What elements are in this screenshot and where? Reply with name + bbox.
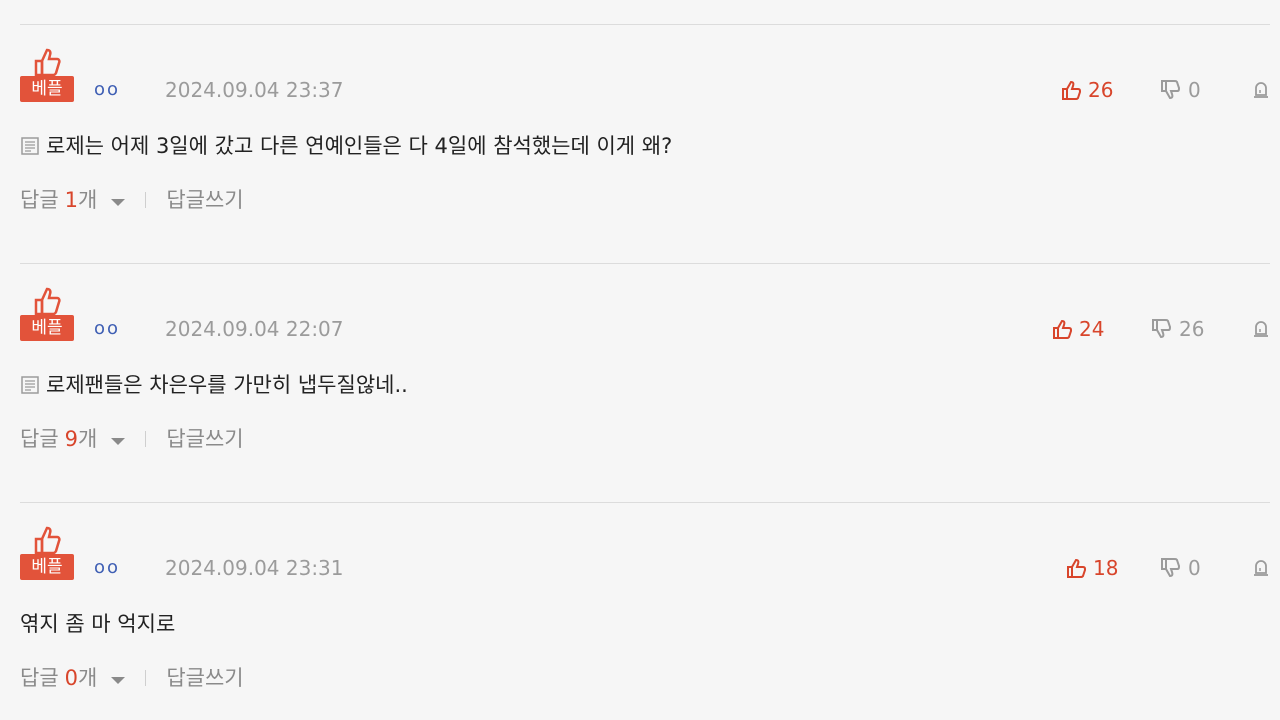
- best-label: 베플: [20, 76, 74, 102]
- reply-toggle-button[interactable]: 답글 0 개: [20, 663, 126, 693]
- thumbs-down-icon: [1152, 319, 1172, 339]
- comment-text: 로제는 어제 3일에 갔고 다른 연예인들은 다 4일에 참석했는데 이게 왜?: [46, 134, 673, 158]
- dislike-count: 0: [1188, 78, 1201, 102]
- comment-list: 베플 oo 2024.09.04 23:37 26 0 로제는 어제 3일에 갔…: [0, 0, 1280, 720]
- like-count: 24: [1079, 317, 1105, 341]
- thumbs-down-icon: [1161, 558, 1181, 578]
- thumbs-up-icon: [1067, 558, 1087, 578]
- like-count: 18: [1093, 556, 1119, 580]
- reply-label: 답글: [20, 188, 59, 212]
- separator: [145, 192, 147, 208]
- reply-toggle-button[interactable]: 답글 9 개: [20, 424, 126, 454]
- reply-unit: 개: [78, 427, 98, 451]
- thumbs-down-icon: [1161, 80, 1181, 100]
- reply-label: 답글: [20, 427, 59, 451]
- dislike-count: 0: [1188, 556, 1201, 580]
- write-reply-link[interactable]: 답글쓰기: [166, 424, 243, 454]
- comment-actions: 답글 0 개 답글쓰기: [20, 663, 244, 693]
- comment-item: 베플 oo 2024.09.04 23:37 26 0 로제는 어제 3일에 갔…: [0, 25, 1280, 263]
- document-icon: [21, 137, 39, 155]
- comment-body: 로제는 어제 3일에 갔고 다른 연예인들은 다 4일에 참석했는데 이게 왜?: [20, 131, 672, 161]
- report-siren-icon[interactable]: [1252, 320, 1270, 338]
- chevron-down-icon: [111, 198, 126, 206]
- write-reply-link[interactable]: 답글쓰기: [166, 663, 243, 693]
- reply-unit: 개: [78, 188, 98, 212]
- comment-item: 베플 oo 2024.09.04 23:31 18 0 엮지 좀 마 억지로 답…: [0, 503, 1280, 720]
- comment-body: 로제팬들은 차은우를 가만히 냅두질않네..: [20, 370, 408, 400]
- thumbs-up-icon: [34, 48, 61, 77]
- comment-text: 엮지 좀 마 억지로: [20, 612, 176, 636]
- author-name[interactable]: oo: [94, 77, 120, 103]
- like-button[interactable]: 26: [1061, 77, 1113, 103]
- reply-toggle-button[interactable]: 답글 1 개: [20, 185, 126, 215]
- thumbs-up-icon: [34, 287, 61, 316]
- comment-actions: 답글 1 개 답글쓰기: [20, 185, 244, 215]
- dislike-button[interactable]: 0: [1160, 77, 1201, 103]
- dislike-button[interactable]: 26: [1151, 316, 1204, 342]
- best-badge: 베플: [20, 286, 74, 342]
- reply-label: 답글: [20, 666, 59, 690]
- best-badge: 베플: [20, 47, 74, 103]
- thumbs-up-icon: [1062, 80, 1082, 100]
- thumbs-up-icon: [34, 526, 61, 555]
- report-siren-icon[interactable]: [1252, 81, 1270, 99]
- reply-unit: 개: [78, 666, 98, 690]
- comment-actions: 답글 9 개 답글쓰기: [20, 424, 244, 454]
- author-name[interactable]: oo: [94, 316, 120, 342]
- comment-date: 2024.09.04 23:37: [165, 78, 344, 102]
- reply-count: 0: [64, 666, 79, 690]
- dislike-button[interactable]: 0: [1160, 555, 1201, 581]
- thumbs-up-icon: [1053, 319, 1073, 339]
- reply-count: 1: [64, 188, 79, 212]
- comment-text: 로제팬들은 차은우를 가만히 냅두질않네..: [46, 373, 408, 397]
- report-siren-icon[interactable]: [1252, 559, 1270, 577]
- comment-date: 2024.09.04 22:07: [165, 317, 344, 341]
- write-reply-link[interactable]: 답글쓰기: [166, 185, 243, 215]
- reply-count: 9: [64, 427, 79, 451]
- like-count: 26: [1088, 78, 1114, 102]
- best-badge: 베플: [20, 525, 74, 581]
- separator: [145, 431, 147, 447]
- chevron-down-icon: [111, 676, 126, 684]
- like-button[interactable]: 24: [1052, 316, 1104, 342]
- separator: [145, 670, 147, 686]
- chevron-down-icon: [111, 437, 126, 445]
- author-name[interactable]: oo: [94, 555, 120, 581]
- comment-item: 베플 oo 2024.09.04 22:07 24 26 로제팬들은 차은우를 …: [0, 264, 1280, 502]
- best-label: 베플: [20, 554, 74, 580]
- best-label: 베플: [20, 315, 74, 341]
- comment-body: 엮지 좀 마 억지로: [20, 609, 175, 639]
- comment-date: 2024.09.04 23:31: [165, 556, 344, 580]
- document-icon: [21, 376, 39, 394]
- dislike-count: 26: [1179, 317, 1205, 341]
- like-button[interactable]: 18: [1066, 555, 1118, 581]
